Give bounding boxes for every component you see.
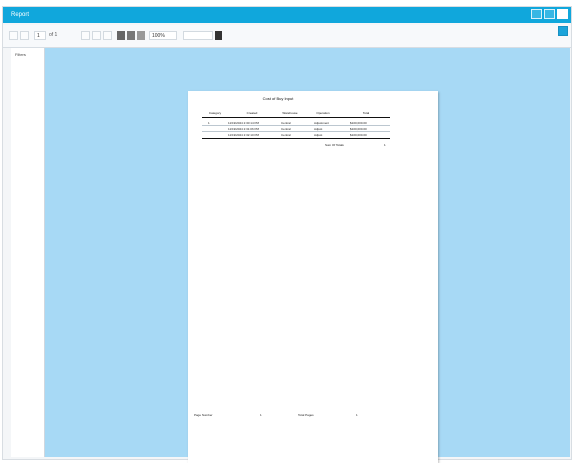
close-button[interactable] (557, 9, 568, 19)
column-header-operation: Operation (316, 111, 330, 115)
column-header-total: Total (362, 111, 370, 115)
maximize-button[interactable] (544, 9, 555, 19)
header-divider (202, 117, 390, 118)
search-icon[interactable] (215, 31, 222, 40)
table-row-3-warehouse: Central (281, 133, 291, 137)
table-bottom-divider (202, 138, 390, 139)
window-title: Report (11, 12, 30, 18)
report-page: Cost of Buy Input Category Created Wareh… (188, 91, 438, 463)
row-divider (202, 125, 390, 126)
footer-page-number-label: Page Number (194, 413, 213, 417)
report-viewer-window: Report 1 of 1 100% Filters Cost of Buy I… (2, 6, 572, 463)
table-row-3-total: $100,000.00 (350, 133, 367, 137)
page-number-input[interactable]: 1 (34, 31, 46, 40)
page-of-label: of 1 (49, 32, 58, 38)
footer-total-pages-label: Total Pages (298, 413, 314, 417)
export-icon[interactable] (558, 26, 568, 36)
next-page-button[interactable] (81, 31, 90, 40)
report-viewport[interactable]: Cost of Buy Input Category Created Wareh… (45, 48, 570, 463)
back-button[interactable] (103, 31, 112, 40)
table-row-3-operation: Adjust (314, 133, 323, 137)
title-bar: Report (3, 7, 571, 23)
zoom-select[interactable]: 100% (149, 31, 177, 40)
footer-total-pages-value: 1 (356, 413, 358, 417)
total-label: Sum Of Totals (325, 143, 344, 147)
column-header-warehouse: Warehouse (282, 111, 298, 115)
filters-panel: Filters (11, 48, 45, 457)
search-input[interactable] (183, 31, 213, 40)
total-value: 1 (384, 143, 386, 147)
footer-page-number-value: 1 (260, 413, 262, 417)
column-header-created: Created (246, 111, 258, 115)
column-header-category: Category (208, 111, 222, 115)
table-row-3-created: 11/19/2024 2:32:10 PM (228, 133, 259, 137)
last-page-button[interactable] (92, 31, 101, 40)
filters-label: Filters (15, 52, 26, 57)
export-icon[interactable] (127, 31, 135, 40)
toolbar: 1 of 1 100% (3, 25, 571, 48)
previous-page-button[interactable] (20, 31, 29, 40)
window-controls (531, 9, 568, 19)
printer-icon[interactable] (117, 31, 125, 40)
row-divider (202, 131, 390, 132)
minimize-button[interactable] (531, 9, 542, 19)
refresh-icon[interactable] (137, 31, 145, 40)
report-title: Cost of Buy Input (262, 96, 294, 101)
first-page-button[interactable] (9, 31, 18, 40)
